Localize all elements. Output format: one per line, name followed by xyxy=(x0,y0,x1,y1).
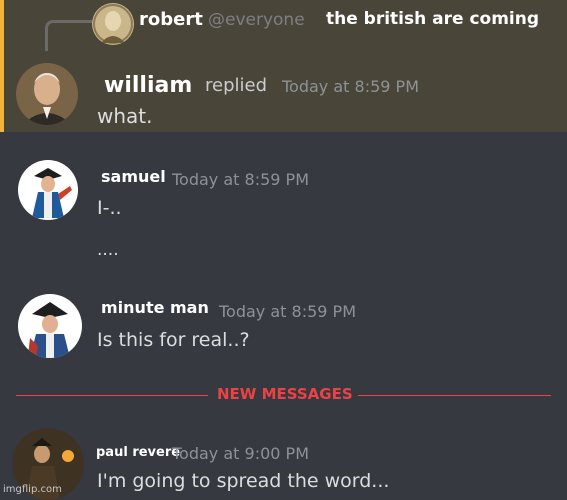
message-text: .... xyxy=(97,240,119,260)
reply-connector xyxy=(45,20,92,51)
message-author-samuel[interactable]: samuel xyxy=(101,167,166,186)
message-timestamp[interactable]: Today at 9:00 PM xyxy=(172,444,309,463)
message-text: Is this for real..? xyxy=(97,329,250,351)
message-text: I-.. xyxy=(97,197,122,219)
reply-mention[interactable]: @everyone xyxy=(208,10,305,30)
message-author-william[interactable]: william xyxy=(104,73,192,98)
avatar-samuel[interactable] xyxy=(18,160,78,220)
reply-preview-text[interactable]: the british are coming xyxy=(326,9,539,29)
message-timestamp[interactable]: Today at 8:59 PM xyxy=(172,170,309,189)
avatar-minute-man[interactable] xyxy=(18,294,82,358)
reply-author[interactable]: robert xyxy=(139,9,203,30)
message-author-paul-revere[interactable]: paul revere xyxy=(96,445,180,460)
new-messages-divider-right xyxy=(358,395,551,396)
avatar-william[interactable] xyxy=(16,63,78,125)
message-timestamp[interactable]: Today at 8:59 PM xyxy=(282,77,419,96)
new-messages-label: NEW MESSAGES xyxy=(217,385,353,403)
reply-avatar-robert[interactable] xyxy=(92,3,134,45)
message-timestamp[interactable]: Today at 8:59 PM xyxy=(219,302,356,321)
watermark: imgflip.com xyxy=(3,484,62,495)
message-text: what. xyxy=(97,104,153,128)
new-messages-divider-left xyxy=(16,395,208,396)
message-text: I'm going to spread the word... xyxy=(97,470,390,492)
mention-highlight-bar xyxy=(0,0,4,132)
message-action-replied: replied xyxy=(205,75,268,96)
message-author-minute-man[interactable]: minute man xyxy=(101,298,209,317)
